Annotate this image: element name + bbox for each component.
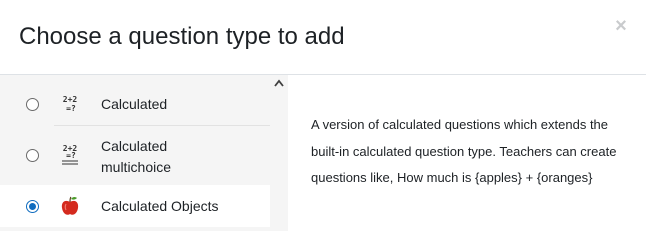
option-label-calculated-multichoice: Calculated multichoice xyxy=(101,138,172,175)
radio-calculated-objects[interactable] xyxy=(26,200,39,213)
option-label-calculated: Calculated xyxy=(101,96,168,112)
apple-icon xyxy=(61,196,79,215)
calculated-multichoice-icon: 2+2 =? xyxy=(62,144,78,165)
question-type-description: A version of calculated questions which … xyxy=(311,117,617,185)
option-calculated-objects[interactable]: Calculated Objects xyxy=(0,185,270,227)
calc-icon-top-text: 2+2 xyxy=(63,95,78,104)
close-button[interactable]: × xyxy=(613,16,629,36)
calc-icon-bottom-text: =? xyxy=(66,104,76,113)
radio-calculated-multichoice[interactable] xyxy=(26,149,39,162)
question-type-list: 2+2 =? Calculated 2+2 =? Calculated mult… xyxy=(0,75,270,231)
options-scrollbar[interactable] xyxy=(270,75,288,231)
option-calculated[interactable]: 2+2 =? Calculated xyxy=(0,75,270,126)
radio-calculated[interactable] xyxy=(26,98,39,111)
multi-icon-bottom-text: =? xyxy=(66,151,76,160)
dialog-header: Choose a question type to add × xyxy=(0,0,646,75)
option-calculated-multichoice[interactable]: 2+2 =? Calculated multichoice xyxy=(0,126,270,185)
calculated-icon: 2+2 =? xyxy=(63,95,78,113)
question-type-dialog: Choose a question type to add × 2+2 =? C… xyxy=(0,0,646,231)
option-label-calculated-objects: Calculated Objects xyxy=(101,198,219,214)
scroll-up-arrow-icon[interactable] xyxy=(274,79,284,87)
dialog-title: Choose a question type to add xyxy=(19,23,345,50)
